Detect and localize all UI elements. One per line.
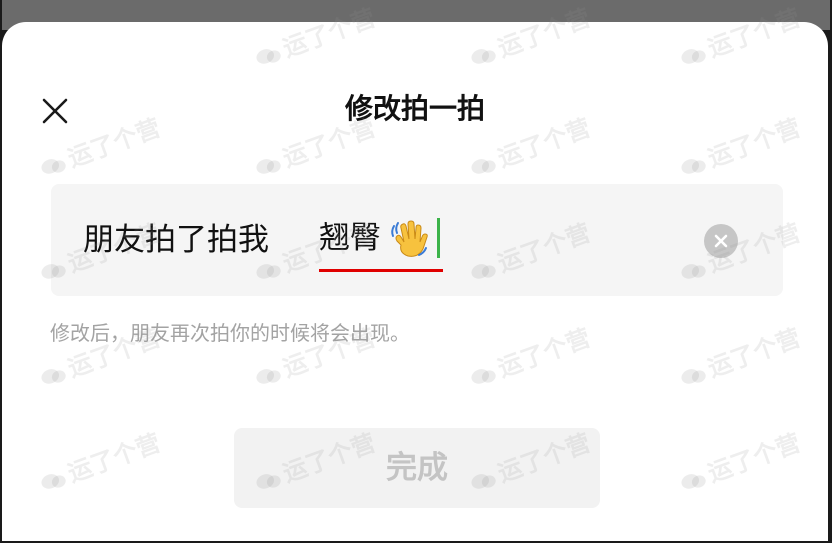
hint-text: 修改后，朋友再次拍你的时候将会出现。 xyxy=(50,321,410,345)
clear-button[interactable] xyxy=(704,224,738,258)
pat-prefix-text: 朋友拍了拍我 xyxy=(83,222,269,258)
pat-text-input[interactable]: 朋友拍了拍我 翘臀 xyxy=(51,184,783,296)
text-caret xyxy=(437,218,441,258)
edit-pat-sheet: 修改拍一拍 朋友拍了拍我 翘臀 修改后，朋友再次拍你的时候将会出现。 完成 xyxy=(2,22,828,541)
page-title: 修改拍一拍 xyxy=(344,92,485,125)
pat-suffix-value: 翘臀 xyxy=(319,220,381,256)
waving-hand-icon xyxy=(391,220,428,257)
clear-circle-icon xyxy=(714,234,728,248)
done-button[interactable]: 完成 xyxy=(234,428,600,508)
text-highlight-underline xyxy=(319,269,443,272)
app-frame: 修改拍一拍 朋友拍了拍我 翘臀 修改后，朋友再次拍你的时候将会出现。 完成 xyxy=(0,0,832,543)
pat-suffix-field[interactable]: 翘臀 xyxy=(319,216,441,266)
